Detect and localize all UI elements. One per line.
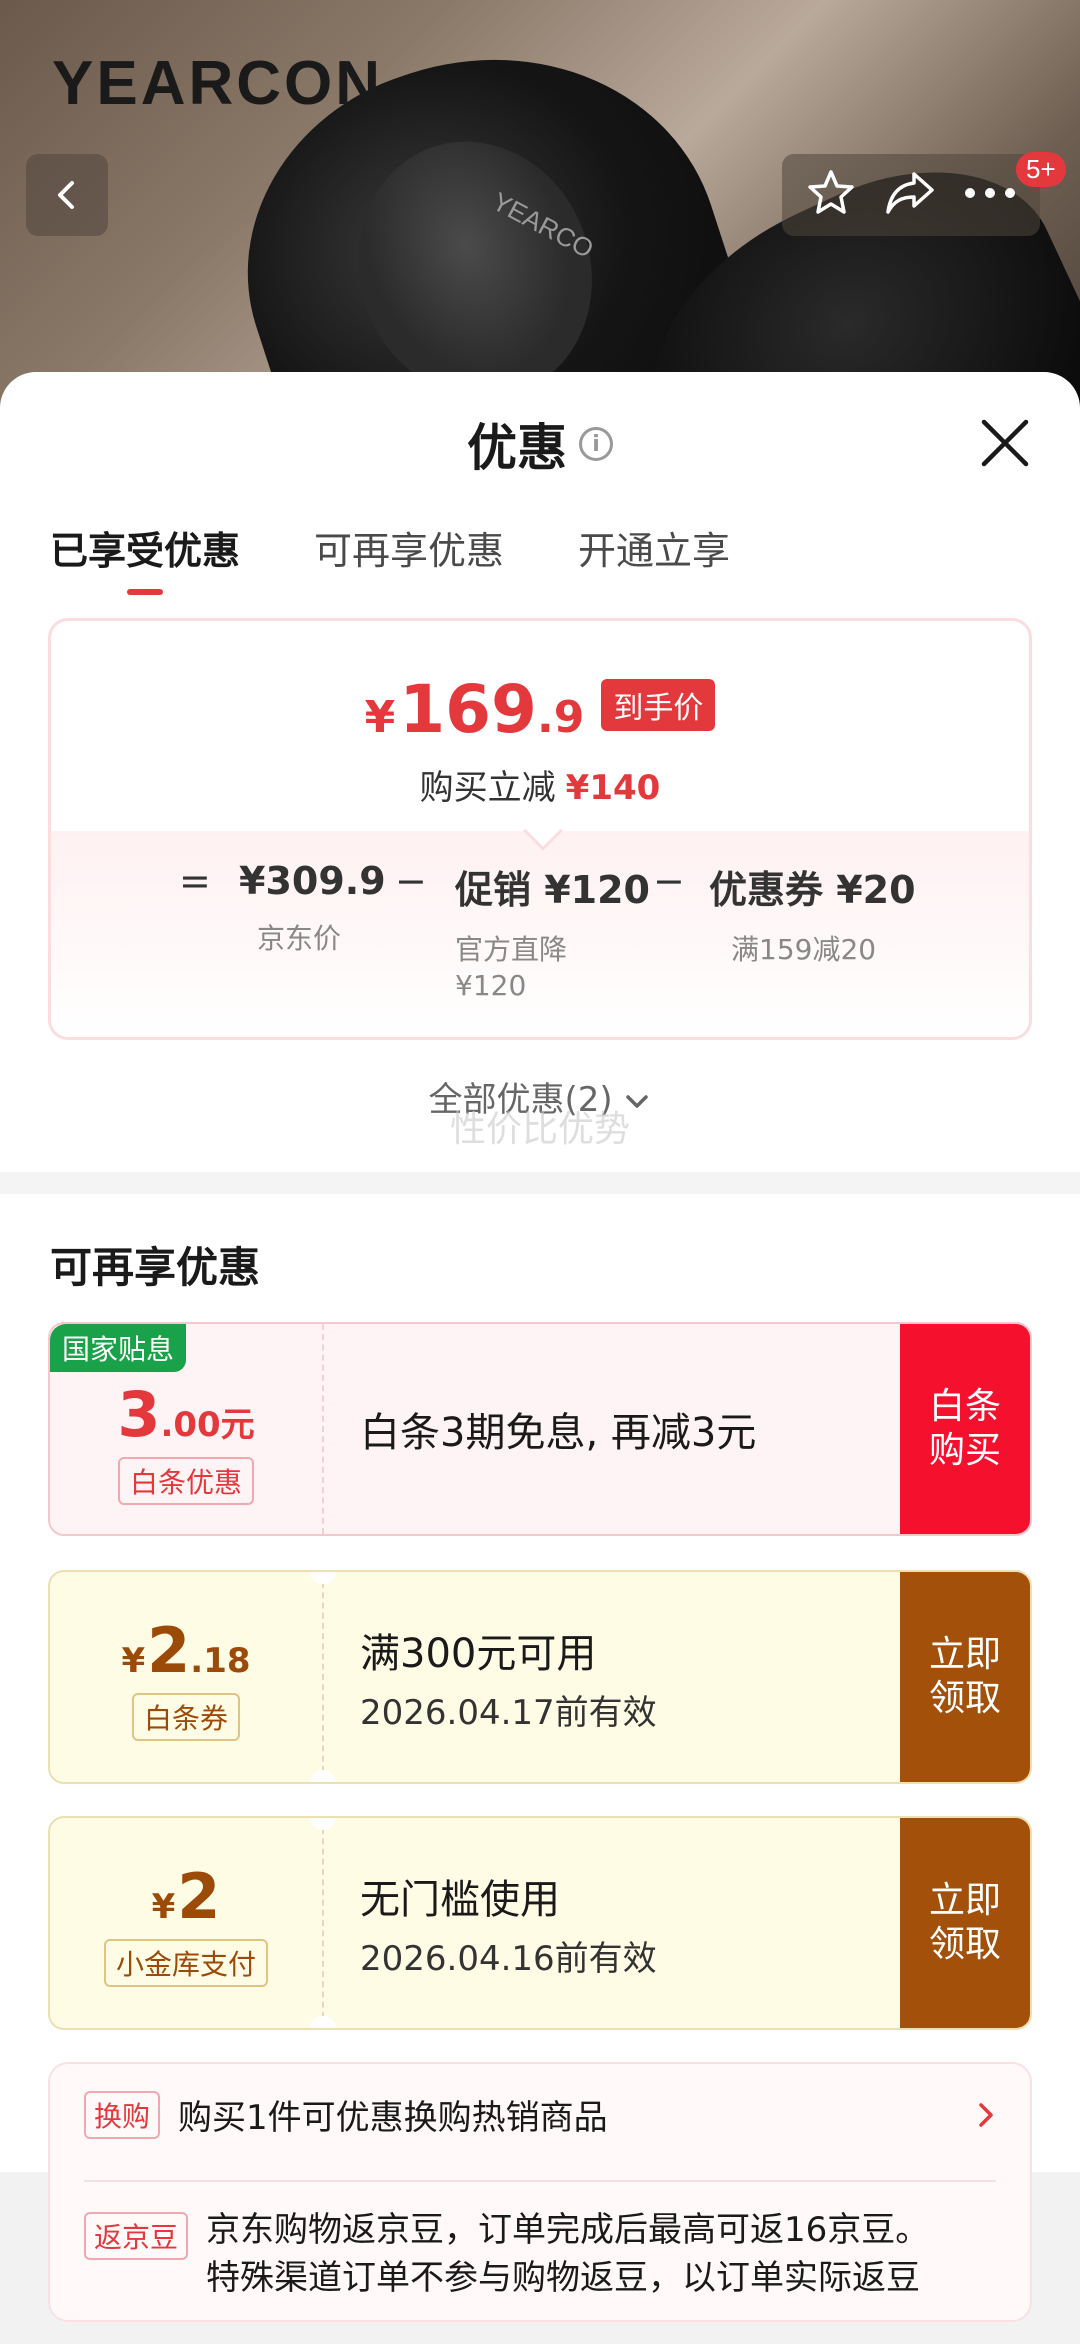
- cta-line-1: 立即: [928, 1634, 1001, 1675]
- coupon-desc-text: 白条3期免息, 再减3元: [360, 1410, 757, 1456]
- favorite-button[interactable]: [804, 166, 858, 224]
- minus-sign-1: −: [395, 859, 427, 903]
- promo-value: 促销 ¥120: [455, 868, 650, 912]
- product-hero-image: YEARCO YEARCON 5+: [0, 0, 1080, 420]
- coupon-card-baitiao-interest: 国家贴息 3 .00元 白条优惠 白条3期免息, 再减3元 白条 购买: [48, 1322, 1032, 1536]
- trade-in-row[interactable]: 换购 购买1件可优惠换购热销商品: [84, 2090, 996, 2139]
- coupon-label: 满159减20: [731, 933, 877, 966]
- final-price-block: ¥ 169 .9 到手价 购买立减 ¥140: [51, 621, 1029, 831]
- jd-beans-row: 返京豆 京东购物返京豆，订单完成后最高可返16京豆。 特殊渠道订单不参与购物返豆…: [84, 2206, 996, 2302]
- more-button[interactable]: [962, 183, 1018, 207]
- share-button[interactable]: [882, 166, 938, 224]
- jd-price-col: ¥309.9 京东价: [239, 859, 386, 957]
- final-price: ¥ 169 .9: [365, 671, 585, 748]
- reduce-amount: ¥140: [565, 768, 661, 808]
- coupon-desc-text: 满300元可用: [360, 1630, 597, 1677]
- claim-coupon-button[interactable]: 立即 领取: [900, 1572, 1030, 1782]
- reduce-label: 购买立减: [419, 768, 556, 808]
- jd-beans-text-line-1: 京东购物返京豆，订单完成后最高可返16京豆。: [206, 2210, 930, 2250]
- cta-line-2: 领取: [928, 1924, 1001, 1965]
- price-decimal: .9: [536, 692, 585, 743]
- coupon-card-vault-pay: ¥ 2 小金库支付 无门槛使用 2026.04.16前有效 立即 领取: [48, 1816, 1032, 2030]
- coupon-description: 白条3期免息, 再减3元: [324, 1324, 900, 1534]
- coupon-type-tag: 白条券: [131, 1692, 240, 1741]
- coupon-amount-small: .18: [190, 1640, 251, 1681]
- baitiao-buy-button[interactable]: 白条 购买: [900, 1324, 1030, 1534]
- close-button[interactable]: [978, 416, 1032, 470]
- trade-in-tag: 换购: [84, 2090, 161, 2139]
- promo-col: 促销 ¥120 官方直降 ¥120: [455, 859, 650, 1004]
- cta-line-1: 立即: [928, 1880, 1001, 1921]
- row-divider: [84, 2180, 996, 2182]
- jd-price-value: ¥309.9: [239, 859, 386, 903]
- coupon-amount-block: ¥ 2 .18 白条券: [50, 1572, 336, 1782]
- minus-sign-2: −: [653, 859, 685, 903]
- sheet-title-text: 优惠: [467, 419, 567, 477]
- final-price-tag: 到手价: [601, 679, 716, 731]
- coupon-amount: ¥ 2: [152, 1860, 221, 1933]
- coupon-amount: ¥ 2 .18: [121, 1614, 250, 1687]
- coupon-currency: ¥: [151, 1886, 176, 1927]
- jd-beans-tag: 返京豆: [84, 2212, 189, 2260]
- discount-tabs: 已享受优惠 可再享优惠 开通立享: [50, 520, 730, 595]
- price-breakdown: = ¥309.9 京东价 − 促销 ¥120 官方直降 ¥120 − 优惠券 ¥…: [51, 811, 1029, 1037]
- reduce-line: 购买立减 ¥140: [51, 760, 1029, 809]
- promo-label-2: ¥120: [455, 969, 527, 1002]
- trade-in-text: 购买1件可优惠换购热销商品: [178, 2098, 608, 2138]
- coupon-type-tag: 白条优惠: [117, 1456, 254, 1505]
- tab-activate[interactable]: 开通立享: [578, 520, 730, 595]
- coupon-description: 无门槛使用 2026.04.16前有效: [324, 1818, 900, 2028]
- sheet-title: 优惠 i: [467, 408, 613, 480]
- cta-line-2: 购买: [928, 1430, 1001, 1471]
- extra-benefits-card: 换购 购买1件可优惠换购热销商品 返京豆 京东购物返京豆，订单完成后最高可返16…: [48, 2062, 1032, 2322]
- jd-price-label: 京东价: [257, 922, 342, 955]
- jd-beans-text-line-2: 特殊渠道订单不参与购物返豆，以订单实际返豆: [206, 2258, 921, 2298]
- coupon-card-baitiao-voucher: ¥ 2 .18 白条券 满300元可用 2026.04.17前有效 立即 领取: [48, 1570, 1032, 1784]
- coupon-amount-int: 2: [177, 1859, 221, 1933]
- cta-line-2: 领取: [928, 1678, 1001, 1719]
- message-count-badge: 5+: [1016, 152, 1066, 187]
- price-summary-card: ¥ 169 .9 到手价 购买立减 ¥140 = ¥309.9 京东价 − 促销 …: [48, 618, 1032, 1040]
- section-divider: [0, 1172, 1080, 1194]
- close-icon: [981, 419, 1029, 467]
- sheet-header: 优惠 i: [0, 408, 1080, 480]
- coupon-currency: ¥: [121, 1640, 146, 1681]
- coupon-amount-int: 2: [147, 1613, 191, 1687]
- coupon-amount-small: .00元: [160, 1404, 255, 1445]
- promo-label-1: 官方直降: [455, 933, 568, 966]
- coupon-value: 优惠券 ¥20: [709, 868, 916, 912]
- tab-more-available[interactable]: 可再享优惠: [314, 520, 504, 595]
- coupon-expiry: 2026.04.16前有效: [360, 1938, 657, 1979]
- cta-line-1: 白条: [928, 1386, 1001, 1427]
- coupon-type-tag: 小金库支付: [103, 1938, 268, 1987]
- claim-coupon-button[interactable]: 立即 领取: [900, 1818, 1030, 2028]
- coupon-amount-block: ¥ 2 小金库支付: [50, 1818, 336, 2028]
- more-dots-icon: [965, 188, 1015, 198]
- more-deals-title: 可再享优惠: [50, 1243, 261, 1292]
- coupon-description: 满300元可用 2026.04.17前有效: [324, 1572, 900, 1782]
- tab-enjoyed[interactable]: 已享受优惠: [50, 520, 240, 595]
- discount-sheet: 优惠 i 已享受优惠 可再享优惠 开通立享 ¥ 169 .9 到手价 购买立减 ¥…: [0, 372, 1080, 2322]
- jd-beans-text: 京东购物返京豆，订单完成后最高可返16京豆。 特殊渠道订单不参与购物返豆，以订单…: [206, 2206, 929, 2302]
- chevron-right-icon: [979, 2102, 993, 2127]
- coupon-expiry: 2026.04.17前有效: [360, 1692, 657, 1733]
- coupon-amount-int: 3: [117, 1377, 161, 1451]
- top-action-group: [782, 154, 1040, 236]
- share-icon: [886, 172, 934, 214]
- national-subsidy-tag: 国家贴息: [50, 1324, 187, 1372]
- price-currency: ¥: [364, 692, 396, 743]
- back-button[interactable]: [26, 154, 108, 236]
- price-integer: 169: [399, 671, 537, 748]
- info-icon[interactable]: i: [579, 427, 613, 461]
- star-icon: [808, 170, 854, 214]
- coupon-amount: 3 .00元: [117, 1378, 254, 1451]
- brand-logo: YEARCON: [52, 49, 384, 118]
- coupon-desc-text: 无门槛使用: [360, 1876, 560, 1923]
- coupon-amount-block: 国家贴息 3 .00元 白条优惠: [50, 1324, 324, 1534]
- equals-sign: =: [179, 859, 211, 903]
- chevron-left-icon: [58, 181, 74, 209]
- coupon-col: 优惠券 ¥20 满159减20: [709, 859, 916, 968]
- watermark-text: 性价比优势: [449, 1109, 630, 1150]
